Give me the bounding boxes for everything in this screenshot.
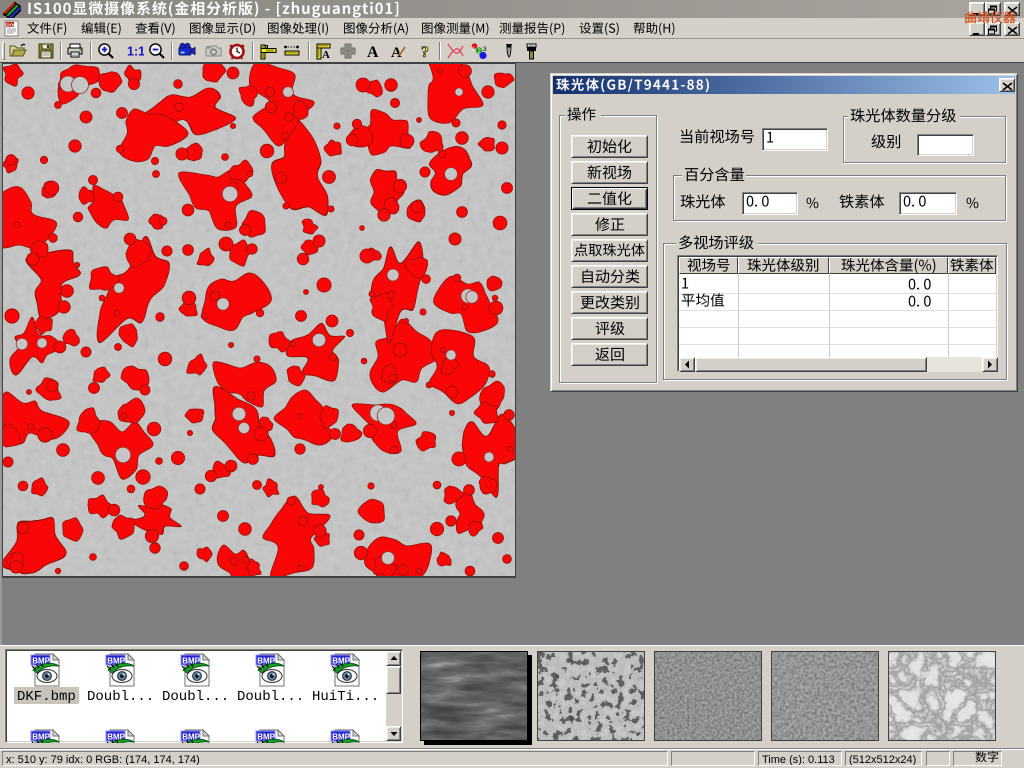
svg-text:1:1: 1:1 <box>127 45 144 59</box>
svg-text:A: A <box>367 44 379 60</box>
svg-text:3: 3 <box>483 46 487 53</box>
svg-text:A: A <box>322 49 330 60</box>
svg-text:?: ? <box>421 44 429 60</box>
svg-text:DOC: DOC <box>6 23 17 28</box>
